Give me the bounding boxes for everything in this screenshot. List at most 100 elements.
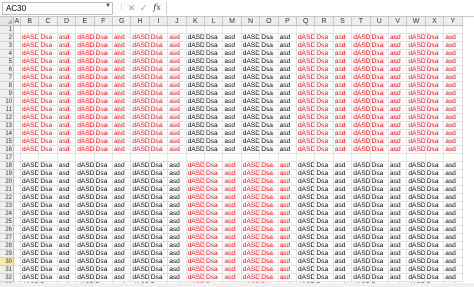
row-header-18[interactable]: 18 — [0, 162, 14, 170]
cell-v30[interactable]: asd — [389, 258, 408, 266]
cell-g13[interactable]: asd — [113, 122, 132, 130]
cell-a2[interactable] — [14, 34, 21, 42]
cell-j31[interactable]: asd — [168, 266, 187, 274]
cell-v5[interactable]: asd — [389, 58, 408, 66]
column-header-a[interactable]: A — [14, 17, 21, 26]
cell-w20[interactable]: dASDA — [407, 178, 426, 186]
cell-o28[interactable]: Dsa — [260, 242, 279, 250]
cell-b27[interactable]: dASDA — [21, 234, 40, 242]
cell-t1[interactable] — [352, 26, 371, 34]
cell-j24[interactable]: asd — [168, 210, 187, 218]
cell-y26[interactable]: asd — [444, 226, 463, 234]
cell-m23[interactable]: asd — [223, 202, 242, 210]
cell-c27[interactable]: Dsa — [39, 234, 58, 242]
cell-m29[interactable]: asd — [223, 250, 242, 258]
cell-s9[interactable]: asd — [333, 90, 353, 98]
cell-q11[interactable]: dASDA — [297, 106, 316, 114]
cell-q4[interactable]: dASDA — [297, 50, 316, 58]
cell-u21[interactable]: Dsa — [370, 186, 389, 194]
cell-a26[interactable] — [14, 226, 21, 234]
cell-n20[interactable]: dASDA — [241, 178, 261, 186]
cell-y4[interactable]: asd — [444, 50, 463, 58]
cell-q27[interactable]: dASDA — [297, 234, 316, 242]
cell-m13[interactable]: asd — [223, 122, 242, 130]
cell-m8[interactable]: asd — [223, 82, 242, 90]
cell-e2[interactable]: dASDA — [76, 34, 95, 42]
cell-g12[interactable]: asd — [113, 114, 132, 122]
cell-v24[interactable]: asd — [389, 210, 408, 218]
cell-b31[interactable]: dASDA — [21, 266, 40, 274]
cell-r23[interactable]: Dsa — [315, 202, 334, 210]
cell-q14[interactable]: dASDA — [297, 130, 316, 138]
cell-o10[interactable]: Dsa — [260, 98, 279, 106]
cell-n28[interactable]: dASDA — [241, 242, 261, 250]
cell-n8[interactable]: dASDA — [241, 82, 261, 90]
cell-a8[interactable] — [14, 82, 21, 90]
cell-j11[interactable]: asd — [168, 106, 187, 114]
cell-x19[interactable]: Dsa — [425, 170, 445, 178]
cell-x27[interactable]: Dsa — [425, 234, 445, 242]
cell-j15[interactable]: asd — [168, 138, 187, 146]
cell-n5[interactable]: dASDA — [241, 58, 261, 66]
cell-c13[interactable]: Dsa — [39, 122, 58, 130]
cell-u16[interactable]: Dsa — [370, 146, 389, 154]
cell-h10[interactable]: dASDA — [131, 98, 150, 106]
cell-e19[interactable]: dASDA — [76, 170, 95, 178]
cell-c26[interactable]: Dsa — [39, 226, 58, 234]
cell-y21[interactable]: asd — [444, 186, 463, 194]
cell-e21[interactable]: dASDA — [76, 186, 95, 194]
cell-d9[interactable]: asd — [57, 90, 77, 98]
cell-j9[interactable]: asd — [168, 90, 187, 98]
cell-r32[interactable]: Dsa — [315, 274, 334, 282]
cell-n9[interactable]: dASDA — [241, 90, 261, 98]
cell-w4[interactable]: dASDA — [407, 50, 426, 58]
cell-i12[interactable]: Dsa — [149, 114, 169, 122]
cell-v23[interactable]: asd — [389, 202, 408, 210]
cell-t12[interactable]: dASDA — [352, 114, 371, 122]
cell-i28[interactable]: Dsa — [149, 242, 169, 250]
cell-h15[interactable]: dASDA — [131, 138, 150, 146]
cell-j5[interactable]: asd — [168, 58, 187, 66]
cell-o14[interactable]: Dsa — [260, 130, 279, 138]
cell-f14[interactable]: Dsa — [94, 130, 113, 138]
column-header-v[interactable]: V — [389, 17, 408, 26]
cell-k15[interactable]: dASDA — [186, 138, 205, 146]
cell-h27[interactable]: dASDA — [131, 234, 150, 242]
cell-i16[interactable]: Dsa — [149, 146, 169, 154]
cell-f3[interactable]: Dsa — [94, 42, 113, 50]
cell-k5[interactable]: dASDA — [186, 58, 205, 66]
cell-h28[interactable]: dASDA — [131, 242, 150, 250]
cell-j13[interactable]: asd — [168, 122, 187, 130]
cell-k19[interactable]: dASDA — [186, 170, 205, 178]
cell-r3[interactable]: Dsa — [315, 42, 334, 50]
cell-e3[interactable]: dASDA — [76, 42, 95, 50]
cell-d3[interactable]: asd — [57, 42, 77, 50]
cell-c11[interactable]: Dsa — [39, 106, 58, 114]
cell-a4[interactable] — [14, 50, 21, 58]
cell-v22[interactable]: asd — [389, 194, 408, 202]
cell-v25[interactable]: asd — [389, 218, 408, 226]
cell-d25[interactable]: asd — [57, 218, 77, 226]
cell-w15[interactable]: dASDA — [407, 138, 426, 146]
cell-x6[interactable]: Dsa — [425, 66, 445, 74]
cell-h24[interactable]: dASDA — [131, 210, 150, 218]
cell-x31[interactable]: Dsa — [425, 266, 445, 274]
cell-o17[interactable] — [260, 154, 279, 162]
cell-y28[interactable]: asd — [444, 242, 463, 250]
cell-w30[interactable]: dASDA — [407, 258, 426, 266]
cell-t31[interactable]: dASDA — [352, 266, 371, 274]
cell-u2[interactable]: Dsa — [370, 34, 389, 42]
cell-f32[interactable]: Dsa — [94, 274, 113, 282]
cell-c6[interactable]: Dsa — [39, 66, 58, 74]
cell-l9[interactable]: Dsa — [205, 90, 224, 98]
cell-a25[interactable] — [14, 218, 21, 226]
cell-g22[interactable]: asd — [113, 194, 132, 202]
cell-v10[interactable]: asd — [389, 98, 408, 106]
cell-b20[interactable]: dASDA — [21, 178, 40, 186]
cell-h26[interactable]: dASDA — [131, 226, 150, 234]
cell-m18[interactable]: asd — [223, 162, 242, 170]
cell-s3[interactable]: asd — [333, 42, 353, 50]
cell-g27[interactable]: asd — [113, 234, 132, 242]
cell-i32[interactable]: Dsa — [149, 274, 169, 282]
cell-b21[interactable]: dASDA — [21, 186, 40, 194]
